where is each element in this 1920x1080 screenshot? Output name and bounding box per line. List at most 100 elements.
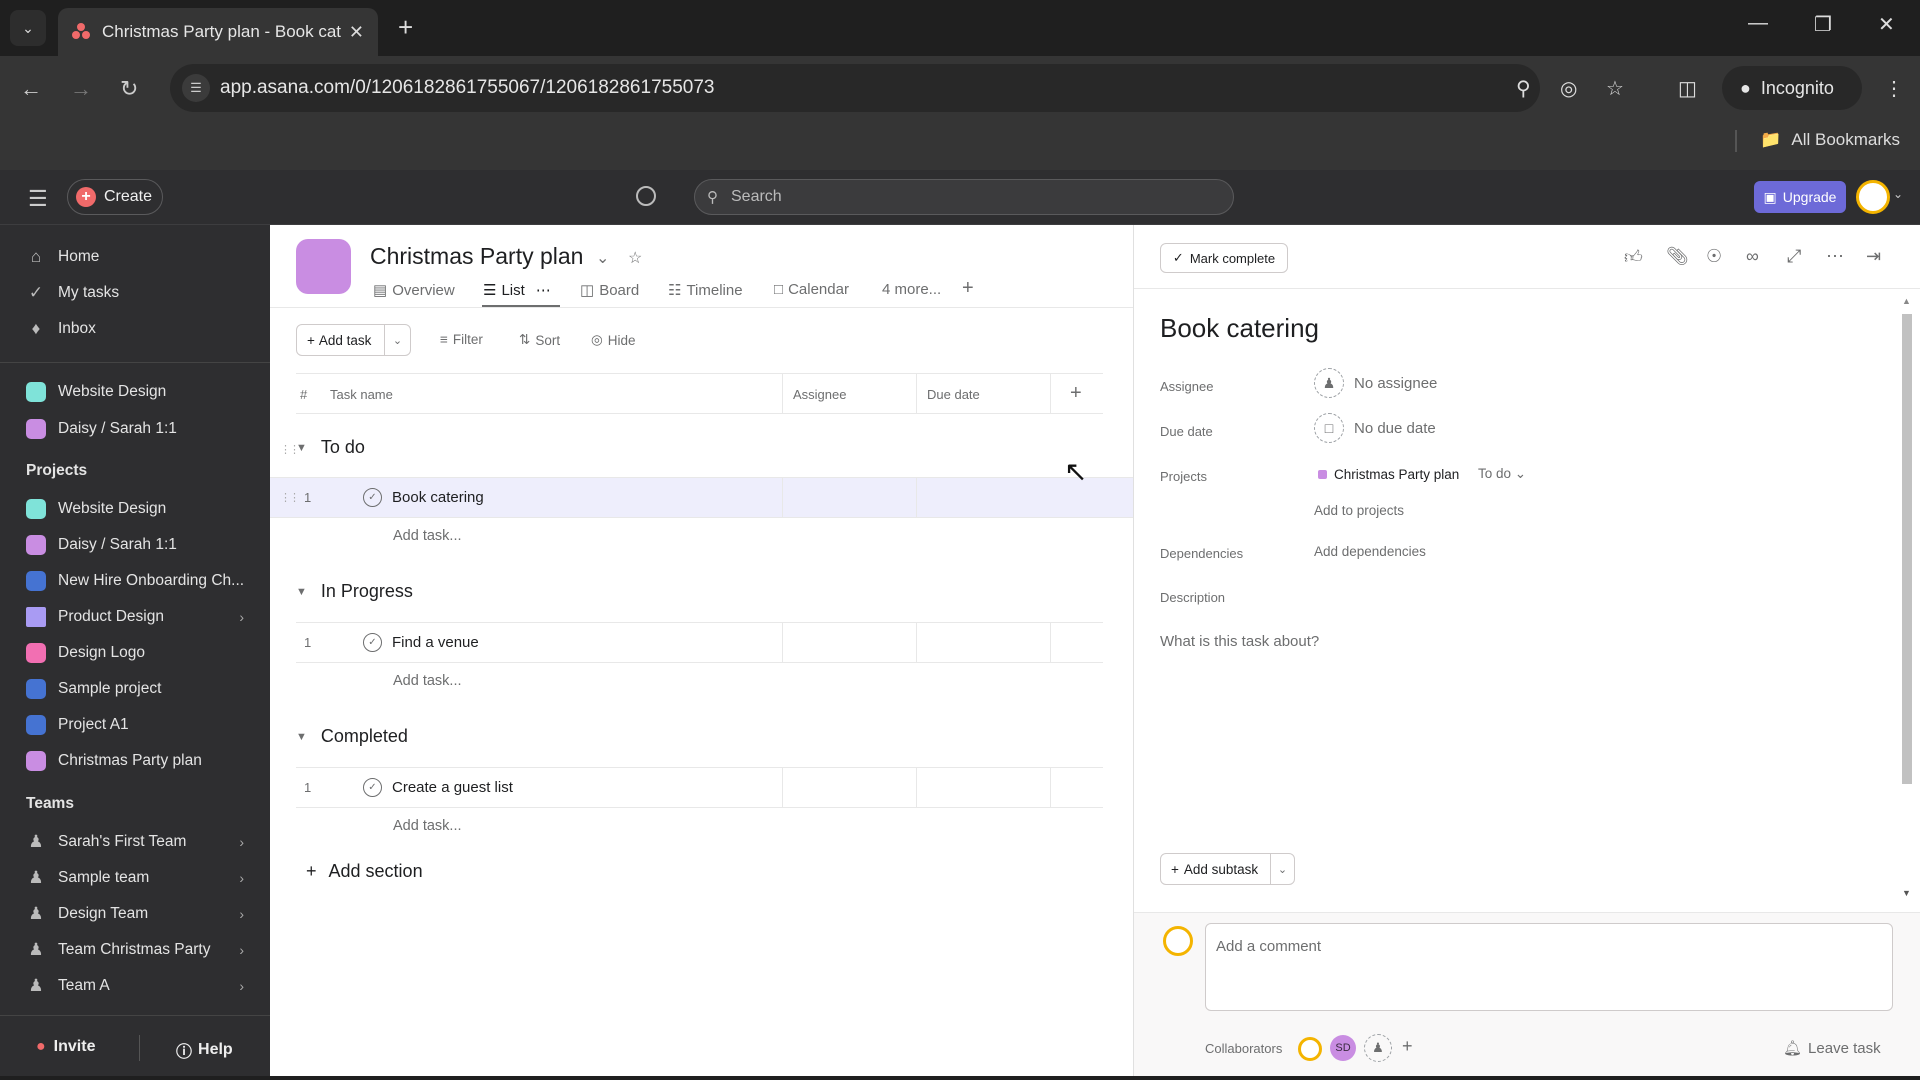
site-info-icon[interactable]: ☰ (182, 74, 210, 102)
add-to-projects-link[interactable]: Add to projects (1314, 503, 1404, 518)
teams-heading[interactable]: Teams (26, 795, 74, 813)
close-window-icon[interactable]: ✕ (1878, 12, 1895, 37)
tab-timeline[interactable]: ☷ Timeline (668, 281, 743, 300)
due-date-field[interactable]: □ No due date (1314, 413, 1436, 443)
hide-button[interactable]: ◎ Hide (591, 332, 636, 348)
close-tab-icon[interactable]: ✕ (349, 22, 364, 43)
help-button[interactable]: ⓘ Help (176, 1038, 233, 1062)
sidebar-team-team-christmas-party[interactable]: ♟ Team Christmas Party › (26, 935, 256, 965)
project-pill[interactable]: Christmas Party plan (1318, 467, 1459, 482)
chevron-down-icon[interactable]: ⌄ (385, 334, 410, 347)
menu-toggle-icon[interactable]: ☰ (28, 186, 48, 212)
sidebar-project-website-design[interactable]: Website Design (26, 494, 256, 524)
scrollbar-thumb[interactable] (1902, 314, 1912, 784)
star-icon[interactable]: ☆ (628, 248, 642, 268)
sidebar-team-sample-team[interactable]: ♟ Sample team › (26, 863, 256, 893)
chevron-right-icon[interactable]: › (239, 870, 244, 886)
complete-check-icon[interactable]: ✓ (363, 488, 382, 507)
sidebar-item-home[interactable]: ⌂ Home (26, 242, 256, 272)
search-input[interactable]: ⚲ Search (694, 179, 1234, 215)
task-name[interactable]: Create a guest list (392, 779, 513, 796)
sidebar-favorite-daisy-sarah[interactable]: Daisy / Sarah 1:1 (26, 414, 256, 444)
add-section-button[interactable]: + Add section (306, 861, 423, 882)
task-name[interactable]: Find a venue (392, 634, 479, 651)
add-subtask-main[interactable]: + Add subtask (1161, 854, 1271, 884)
collaborator-avatar-sd[interactable]: SD (1330, 1035, 1356, 1061)
section-to-do[interactable]: ▼ To do (296, 437, 365, 458)
add-task-inline[interactable]: Add task... (393, 673, 462, 689)
all-bookmarks-button[interactable]: 📁 All Bookmarks (1760, 130, 1900, 150)
add-task-main[interactable]: + Add task (297, 325, 385, 355)
complete-check-icon[interactable]: ✓ (363, 778, 382, 797)
sidebar-project-sample-project[interactable]: Sample project (26, 674, 256, 704)
column-task-name[interactable]: Task name (330, 387, 393, 402)
table-row[interactable]: 1 ✓ Book catering (270, 477, 1133, 518)
add-collaborator-person-icon[interactable]: ♟ (1364, 1034, 1392, 1062)
chevron-right-icon[interactable]: › (239, 942, 244, 958)
restore-icon[interactable]: ❐ (1814, 12, 1832, 37)
filter-button[interactable]: ≡ Filter (440, 332, 483, 347)
chevron-right-icon[interactable]: › (239, 834, 244, 850)
table-row[interactable]: 1 ✓ Create a guest list (296, 767, 1103, 808)
sidebar-team-team-a[interactable]: ♟ Team A › (26, 971, 256, 1001)
task-name[interactable]: Book catering (392, 489, 484, 506)
reload-icon[interactable]: ↻ (120, 76, 138, 102)
incognito-badge[interactable]: ● Incognito (1722, 66, 1862, 110)
browser-tab[interactable]: Christmas Party plan - Book cat ✕ (58, 8, 378, 56)
expand-icon[interactable]: ⤢ (1787, 246, 1801, 267)
collapse-triangle-icon[interactable]: ▼ (296, 731, 307, 743)
add-subtask-button[interactable]: + Add subtask ⌄ (1160, 853, 1295, 885)
assignee-field[interactable]: ♟ No assignee (1314, 368, 1437, 398)
tab-list-button[interactable]: ⌄ (10, 10, 46, 46)
user-avatar[interactable] (1856, 180, 1890, 214)
drag-handle-icon[interactable]: ⋮⋮ (280, 491, 300, 504)
minimize-icon[interactable]: — (1748, 12, 1768, 35)
leave-task-button[interactable]: 🔔︎ Leave task (1783, 1039, 1881, 1058)
section-select[interactable]: To do ⌄ (1478, 466, 1526, 482)
chevron-down-icon[interactable]: ⌄ (596, 248, 609, 268)
add-collaborator-button[interactable]: + (1402, 1036, 1413, 1057)
sidebar-project-christmas-party[interactable]: Christmas Party plan (26, 746, 256, 776)
add-task-button[interactable]: + Add task ⌄ (296, 324, 411, 356)
complete-check-icon[interactable]: ✓ (363, 633, 382, 652)
star-icon[interactable]: ☆ (1606, 76, 1624, 101)
link-icon[interactable]: ∞ (1746, 246, 1759, 267)
tab-overview[interactable]: ▤ Overview (373, 281, 455, 300)
subtask-icon[interactable]: ☉ (1706, 246, 1722, 267)
sidebar-project-design-logo[interactable]: Design Logo (26, 638, 256, 668)
description-input[interactable]: What is this task about? (1160, 633, 1319, 650)
sidebar-project-new-hire[interactable]: New Hire Onboarding Ch... (26, 566, 256, 596)
column-divider[interactable] (1050, 374, 1051, 414)
thumbs-up-icon[interactable]: 👍︎ (1624, 246, 1643, 268)
collapse-triangle-icon[interactable]: ▼ (296, 586, 307, 598)
projects-heading[interactable]: Projects (26, 462, 87, 480)
tab-list[interactable]: ☰ List ⋯ (483, 281, 551, 300)
task-title[interactable]: Book catering (1160, 313, 1319, 344)
eye-off-icon[interactable]: ◎ (1560, 76, 1577, 101)
table-row[interactable]: 1 ✓ Find a venue (296, 622, 1103, 663)
column-divider[interactable] (916, 374, 917, 414)
close-pane-icon[interactable]: ⇥ (1866, 246, 1881, 267)
chevron-right-icon[interactable]: › (239, 609, 244, 625)
comment-input[interactable]: Add a comment (1205, 923, 1893, 1011)
chevron-right-icon[interactable]: › (239, 906, 244, 922)
sidebar-project-daisy-sarah[interactable]: Daisy / Sarah 1:1 (26, 530, 256, 560)
detail-scrollbar[interactable]: ▲ ▼ (1900, 296, 1914, 906)
scroll-down-icon[interactable]: ▼ (1902, 888, 1911, 898)
add-tab-button[interactable]: + (962, 277, 974, 300)
new-tab-button[interactable]: + (398, 12, 413, 43)
sidebar-team-sarahs-first-team[interactable]: ♟ Sarah's First Team › (26, 827, 256, 857)
sort-button[interactable]: ⇅ Sort (519, 332, 560, 348)
sidebar-team-design-team[interactable]: ♟ Design Team › (26, 899, 256, 929)
scroll-up-icon[interactable]: ▲ (1902, 296, 1911, 306)
project-title[interactable]: Christmas Party plan (370, 243, 583, 270)
invite-button[interactable]: ● Invite (36, 1038, 95, 1056)
collaborator-avatar[interactable] (1298, 1037, 1322, 1061)
chevron-down-icon[interactable]: ⌄ (1271, 863, 1294, 876)
forward-icon[interactable]: → (70, 76, 92, 102)
tab-calendar[interactable]: □ Calendar (774, 281, 849, 298)
create-button[interactable]: + Create (67, 179, 163, 215)
section-completed[interactable]: ▼ Completed (296, 726, 408, 747)
chevron-right-icon[interactable]: › (239, 978, 244, 994)
collapse-triangle-icon[interactable]: ▼ (296, 442, 307, 454)
